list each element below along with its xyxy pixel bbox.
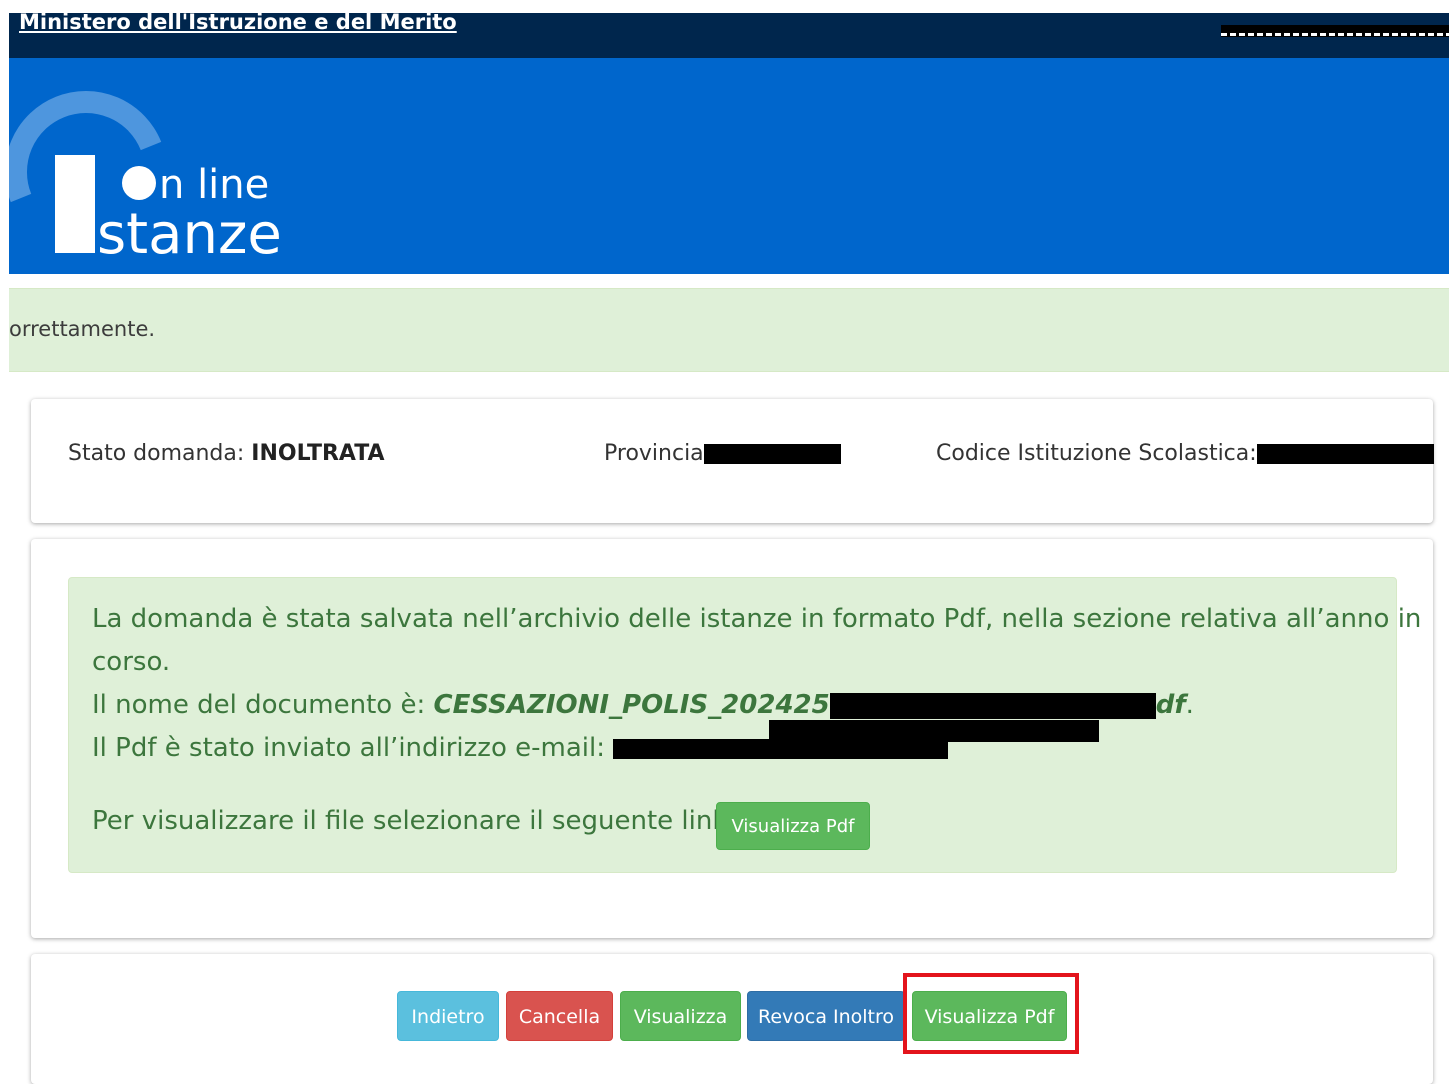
- revoca-inoltro-button[interactable]: Revoca Inoltro: [747, 991, 905, 1041]
- logo-o-dot: [122, 166, 156, 200]
- doc-suffix: .: [1185, 690, 1194, 720]
- ministry-link[interactable]: Ministero dell'Istruzione e del Merito: [19, 10, 457, 34]
- header-banner: n line stanze: [9, 58, 1449, 274]
- msg-line-1: La domanda è stata salvata nell’archivio…: [92, 604, 1422, 634]
- stato-label: Stato domanda:: [68, 441, 252, 466]
- email-label: Il Pdf è stato inviato all’indirizzo e-m…: [92, 733, 614, 763]
- success-text: orrettamente.: [9, 317, 156, 341]
- codice-label: Codice Istituzione Scolastica:: [936, 441, 1257, 466]
- email-redacted: [613, 738, 949, 759]
- indietro-button[interactable]: Indietro: [397, 991, 499, 1041]
- stato-domanda: Stato domanda: INOLTRATA: [68, 441, 385, 466]
- provincia: Provincia: [604, 441, 841, 466]
- email-line: Il Pdf è stato inviato all’indirizzo e-m…: [92, 733, 949, 763]
- provincia-label: Provincia: [604, 441, 704, 466]
- pdf-saved-alert: La domanda è stata salvata nell’archivio…: [68, 577, 1421, 873]
- document-name-line: Il nome del documento è: CESSAZIONI_POLI…: [92, 690, 1194, 720]
- codice-redacted: [1256, 444, 1434, 464]
- logo-line2: stanze: [97, 202, 282, 267]
- visualizza-pdf-link-button[interactable]: Visualizza Pdf: [716, 802, 870, 850]
- doc-label: Il nome del documento è:: [92, 690, 434, 720]
- status-card: Stato domanda: INOLTRATA Provincia Codic…: [31, 399, 1434, 523]
- doc-name-start: CESSAZIONI_POLIS_202425: [433, 690, 830, 720]
- istanze-online-logo[interactable]: n line stanze: [9, 58, 329, 274]
- stato-value: INOLTRATA: [251, 441, 385, 466]
- msg-line-2: corso.: [92, 647, 171, 677]
- top-bar: Ministero dell'Istruzione e del Merito: [9, 10, 1449, 58]
- link-label: Per visualizzare il file selezionare il …: [92, 806, 737, 836]
- doc-name-end: df: [1155, 690, 1186, 720]
- visualizza-button[interactable]: Visualizza: [620, 991, 741, 1041]
- logo-i-bar: [55, 155, 95, 253]
- cancella-button[interactable]: Cancella: [506, 991, 613, 1041]
- link-line: Per visualizzare il file selezionare il …: [92, 806, 736, 836]
- provincia-redacted: [703, 444, 841, 464]
- highlight-box: [903, 973, 1079, 1054]
- success-alert: orrettamente.: [9, 288, 1449, 372]
- actions-card: Indietro Cancella Visualizza Revoca Inol…: [31, 954, 1433, 1084]
- doc-name-redacted: [829, 692, 1156, 719]
- codice-istituzione: Codice Istituzione Scolastica:: [936, 441, 1434, 466]
- user-name-redacted: [1221, 25, 1449, 37]
- message-card: La domanda è stata salvata nell’archivio…: [31, 539, 1433, 938]
